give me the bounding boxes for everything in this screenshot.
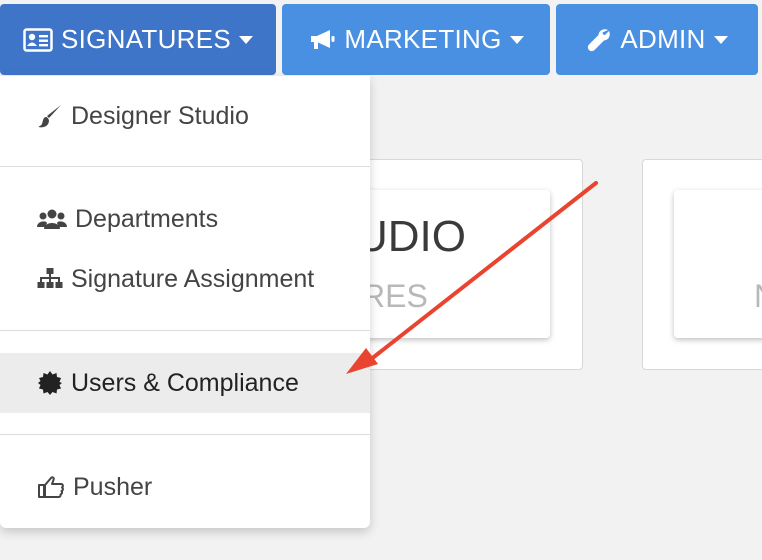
menu-item-users-compliance[interactable]: Users & Compliance [0, 353, 370, 413]
marketing-menu-label: MARKETING [344, 24, 502, 54]
menu-divider [0, 434, 370, 435]
paintbrush-icon [37, 103, 63, 129]
studio-card-subtitle: RES [362, 278, 428, 314]
top-navigation: SIGNATURES MARKETING ADMIN [0, 0, 762, 76]
megaphone-icon [308, 28, 336, 52]
second-card-subtitle: N [754, 278, 762, 315]
studio-card-title: UDIO [356, 212, 466, 261]
chevron-down-icon [239, 35, 254, 44]
signatures-dropdown-menu: Designer Studio Departments Signature As… [0, 76, 370, 528]
menu-item-departments[interactable]: Departments [0, 189, 370, 249]
second-card[interactable]: N [674, 190, 762, 338]
menu-divider [0, 330, 370, 331]
menu-item-label: Signature Assignment [71, 264, 315, 293]
signatures-menu-label: SIGNATURES [60, 24, 232, 54]
chevron-down-icon [713, 35, 728, 44]
menu-item-label: Users & Compliance [71, 368, 299, 397]
menu-divider [0, 166, 370, 167]
id-card-icon [23, 27, 53, 52]
menu-item-pusher[interactable]: Pusher [0, 457, 370, 517]
certificate-icon [37, 370, 63, 396]
hand-pointer-icon [37, 475, 65, 499]
chevron-down-icon [509, 35, 524, 44]
menu-item-label: Departments [75, 204, 219, 233]
menu-item-label: Pusher [73, 472, 153, 501]
wrench-icon [586, 27, 612, 53]
users-icon [37, 207, 67, 231]
menu-item-designer-studio[interactable]: Designer Studio [0, 86, 370, 146]
marketing-menu-button[interactable]: MARKETING [282, 4, 550, 75]
sitemap-icon [37, 267, 63, 291]
admin-menu-button[interactable]: ADMIN [556, 4, 758, 75]
admin-menu-label: ADMIN [620, 24, 706, 54]
signatures-menu-button[interactable]: SIGNATURES [0, 4, 276, 75]
menu-item-label: Designer Studio [71, 101, 249, 130]
menu-item-signature-assignment[interactable]: Signature Assignment [0, 249, 370, 309]
